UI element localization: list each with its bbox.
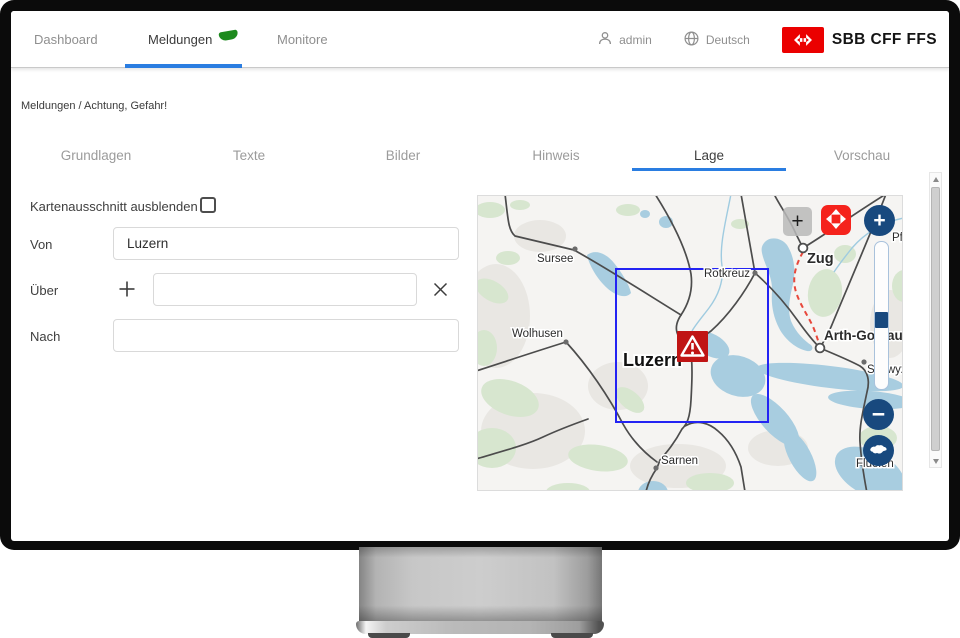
brand-text: SBB CFF FFS xyxy=(832,31,937,49)
warning-marker-icon[interactable] xyxy=(677,331,708,362)
header-right: admin Deutsch xyxy=(598,11,937,68)
tab-hinweis[interactable]: Hinweis xyxy=(532,148,579,163)
nav-item-dashboard[interactable]: Dashboard xyxy=(34,11,98,68)
plus-icon xyxy=(117,287,137,302)
sbb-flag-icon xyxy=(782,27,824,53)
notification-badge-icon xyxy=(218,29,238,41)
globe-icon xyxy=(684,31,699,49)
map-canvas[interactable]: Sursee Rotkreuz Zug Wolhusen Luzern Arth… xyxy=(477,195,903,491)
monitor-foot-right xyxy=(551,633,593,638)
language-menu[interactable]: Deutsch xyxy=(684,31,750,49)
zoom-out-button[interactable]: − xyxy=(863,399,894,430)
map-label-sarnen: Sarnen xyxy=(661,455,698,467)
nav-item-meldungen[interactable]: Meldungen xyxy=(148,11,212,68)
von-label: Von xyxy=(30,237,52,252)
tab-bilder[interactable]: Bilder xyxy=(386,148,421,163)
nach-input[interactable] xyxy=(113,319,459,352)
ueber-label: Über xyxy=(30,283,58,298)
monitor-foot-left xyxy=(368,633,410,638)
header: Dashboard Meldungen Monitore admin xyxy=(11,11,949,68)
map-label-luzern: Luzern xyxy=(623,350,682,370)
clear-via-button[interactable] xyxy=(432,281,449,298)
nach-label: Nach xyxy=(30,329,60,344)
map-basemap: Sursee Rotkreuz Zug Wolhusen Luzern Arth… xyxy=(478,196,903,491)
tab-vorschau[interactable]: Vorschau xyxy=(834,148,890,163)
map-label-zug: Zug xyxy=(807,251,834,267)
monitor-bezel: Dashboard Meldungen Monitore admin xyxy=(0,0,960,550)
monitor-stand xyxy=(359,547,602,622)
map-move-button[interactable] xyxy=(821,205,851,235)
user-menu[interactable]: admin xyxy=(598,31,652,48)
map-label-sursee: Sursee xyxy=(537,253,573,265)
tab-texte[interactable]: Texte xyxy=(233,148,265,163)
map-label-rotkreuz: Rotkreuz xyxy=(704,268,750,280)
hide-map-label: Kartenausschnitt ausblenden xyxy=(30,199,198,214)
map-label-arth-goldau: Arth-Goldau xyxy=(824,328,903,343)
scrollbar-thumb[interactable] xyxy=(931,187,940,451)
hide-map-checkbox[interactable] xyxy=(200,197,216,213)
zoom-slider[interactable] xyxy=(874,241,889,390)
user-icon xyxy=(598,31,612,48)
scrollbar[interactable] xyxy=(929,172,942,468)
tab-lage[interactable]: Lage xyxy=(694,148,724,163)
map-label-pf: Pf xyxy=(892,232,903,244)
von-input[interactable] xyxy=(113,227,459,260)
scroll-up-arrow[interactable] xyxy=(930,173,941,185)
user-name: admin xyxy=(619,33,652,47)
active-nav-underline xyxy=(125,64,242,68)
language-label: Deutsch xyxy=(706,33,750,47)
screen: Dashboard Meldungen Monitore admin xyxy=(11,11,949,541)
active-tab-underline xyxy=(632,168,786,171)
zoom-slider-handle[interactable] xyxy=(875,312,888,328)
ueber-input[interactable] xyxy=(153,273,417,306)
home-extent-button[interactable] xyxy=(863,435,894,466)
sbb-logo: SBB CFF FFS xyxy=(782,27,937,53)
nav-item-monitore[interactable]: Monitore xyxy=(277,11,328,68)
switzerland-icon xyxy=(868,439,889,463)
add-via-button[interactable] xyxy=(117,279,137,299)
tab-grundlagen[interactable]: Grundlagen xyxy=(61,148,132,163)
zoom-in-button[interactable]: + xyxy=(864,205,895,236)
close-icon xyxy=(432,286,449,301)
map-layer-button[interactable]: + xyxy=(783,207,812,236)
scroll-down-arrow[interactable] xyxy=(930,455,941,467)
move-arrows-icon xyxy=(824,207,848,234)
breadcrumb: Meldungen / Achtung, Gefahr! xyxy=(21,100,167,112)
page: Dashboard Meldungen Monitore admin xyxy=(0,0,960,638)
map-label-wolhusen: Wolhusen xyxy=(512,328,563,340)
